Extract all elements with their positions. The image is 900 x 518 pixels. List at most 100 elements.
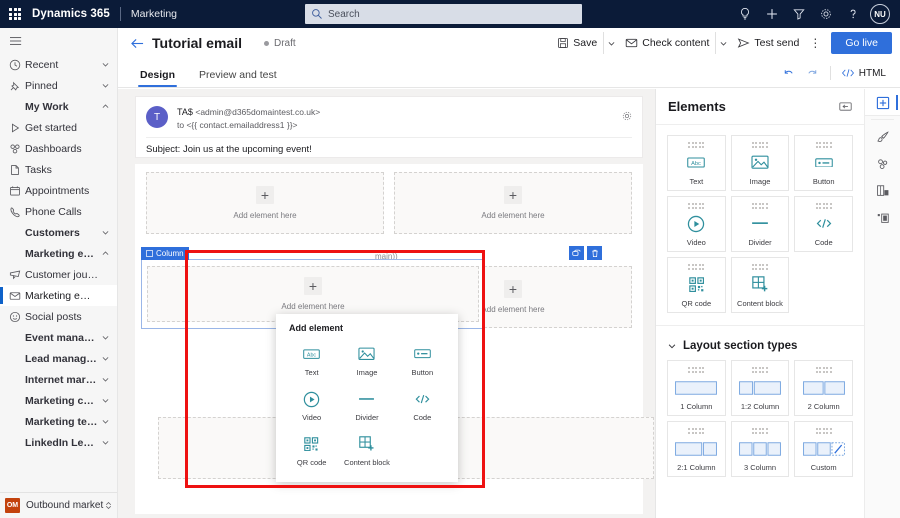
element-card-video[interactable]: Video	[667, 196, 726, 252]
sidebar-item-chevron[interactable]	[99, 354, 111, 363]
sidebar-item-get-started[interactable]: Get started	[0, 117, 117, 138]
search-input[interactable]: Search	[305, 4, 582, 24]
element-card-qr-code[interactable]: QR code	[667, 257, 726, 313]
app-switcher-button[interactable]: OM Outbound market...	[0, 492, 117, 518]
sidebar-item-dashboards[interactable]: Dashboards	[0, 138, 117, 159]
add-element-popup[interactable]: Add element Abc Text Image Button Video Divid…	[276, 314, 458, 482]
duplicate-section-button[interactable]	[569, 246, 584, 260]
sidebar-item-appointments[interactable]: Appointments	[0, 180, 117, 201]
drag-grip-icon[interactable]	[815, 428, 832, 434]
app-launcher-button[interactable]	[0, 8, 30, 20]
popup-element-code[interactable]: Code	[395, 386, 450, 425]
popup-element-qr-code[interactable]: QR code	[284, 431, 339, 470]
drag-grip-icon[interactable]	[688, 264, 705, 270]
sidebar-item-chevron[interactable]	[99, 375, 111, 384]
elements-rail-button[interactable]	[865, 89, 900, 116]
drag-grip-icon[interactable]	[688, 203, 705, 209]
drag-grip-icon[interactable]	[751, 203, 768, 209]
delete-section-button[interactable]	[587, 246, 602, 260]
personalization-rail-button[interactable]	[865, 150, 900, 177]
tab-preview-and-test[interactable]: Preview and test	[197, 69, 279, 87]
filter-button[interactable]	[785, 0, 812, 28]
sidebar-item-chevron[interactable]	[99, 438, 111, 447]
drag-grip-icon[interactable]	[815, 203, 832, 209]
drag-grip-icon[interactable]	[688, 367, 705, 373]
layout-card-custom[interactable]: Custom	[794, 421, 853, 477]
tab-design[interactable]: Design	[138, 69, 178, 87]
sidebar-item-chevron[interactable]	[99, 249, 111, 258]
popup-element-divider[interactable]: Divider	[339, 386, 394, 425]
sidebar-item-event-management[interactable]: Event management	[0, 327, 117, 348]
html-view-button[interactable]: HTML	[837, 63, 890, 83]
element-card-image[interactable]: Image	[730, 135, 790, 191]
sidebar-item-customers[interactable]: Customers	[0, 222, 117, 243]
layout-card-2-column[interactable]: 2 Column	[794, 360, 853, 416]
help-button[interactable]	[839, 0, 866, 28]
new-record-button[interactable]	[758, 0, 785, 28]
lightbulb-button[interactable]	[731, 0, 758, 28]
layout-rail-button[interactable]	[865, 177, 900, 204]
element-card-text[interactable]: Abc Text	[667, 135, 726, 191]
sidebar-item-my-work[interactable]: My Work	[0, 96, 117, 117]
drag-grip-icon[interactable]	[751, 367, 768, 373]
save-options-button[interactable]	[603, 32, 619, 54]
settings-button[interactable]	[812, 0, 839, 28]
email-subject[interactable]: Subject: Join us at the upcoming event!	[136, 138, 642, 155]
sidebar-item-internet-marketing[interactable]: Internet marketing	[0, 369, 117, 390]
sidebar-item-lead-management[interactable]: Lead management	[0, 348, 117, 369]
sidebar-item-marketing-content[interactable]: Marketing content	[0, 390, 117, 411]
popup-element-image[interactable]: Image	[339, 341, 394, 380]
more-commands-button[interactable]: ⋮	[805, 32, 825, 54]
layout-card-1-2-column[interactable]: 1:2 Column	[730, 360, 790, 416]
sidebar-item-pinned[interactable]: Pinned	[0, 75, 117, 96]
selected-section-tag[interactable]: Column	[141, 247, 189, 260]
sidebar-item-chevron[interactable]	[99, 81, 111, 90]
test-send-button[interactable]: Test send	[731, 32, 805, 54]
sidebar-item-marketing-emails[interactable]: Marketing emails	[0, 285, 117, 306]
save-button[interactable]: Save	[551, 32, 603, 54]
back-button[interactable]	[124, 28, 150, 58]
collapse-panel-button[interactable]	[839, 101, 852, 112]
drop-zone[interactable]: + Add element here	[394, 172, 632, 234]
email-settings-button[interactable]	[621, 109, 633, 127]
sidebar-item-social-posts[interactable]: Social posts	[0, 306, 117, 327]
redo-button[interactable]	[802, 63, 824, 83]
element-card-code[interactable]: Code	[794, 196, 853, 252]
drag-grip-icon[interactable]	[815, 367, 832, 373]
layout-section-header[interactable]: Layout section types	[656, 325, 864, 358]
sidebar-item-marketing-templates[interactable]: Marketing templates	[0, 411, 117, 432]
preview-rail-button[interactable]	[865, 204, 900, 231]
undo-button[interactable]	[778, 63, 800, 83]
drop-zone[interactable]: + Add element here	[146, 172, 384, 234]
drag-grip-icon[interactable]	[751, 264, 768, 270]
popup-element-content-block[interactable]: Content block	[339, 431, 394, 470]
sidebar-item-chevron[interactable]	[99, 417, 111, 426]
sidebar-item-customer-journeys[interactable]: Customer journeys	[0, 264, 117, 285]
go-live-button[interactable]: Go live	[831, 32, 892, 54]
sidebar-item-chevron[interactable]	[99, 60, 111, 69]
drag-grip-icon[interactable]	[751, 428, 768, 434]
check-content-button[interactable]: Check content	[619, 32, 715, 54]
drag-grip-icon[interactable]	[815, 142, 832, 148]
sidebar-item-linkedin-lead-gen[interactable]: LinkedIn Lead Gen	[0, 432, 117, 453]
popup-element-button[interactable]: Button	[395, 341, 450, 380]
popup-element-video[interactable]: Video	[284, 386, 339, 425]
element-card-button[interactable]: Button	[794, 135, 853, 191]
element-card-content-block[interactable]: Content block	[730, 257, 790, 313]
layout-card-3-column[interactable]: 3 Column	[730, 421, 790, 477]
sidebar-item-tasks[interactable]: Tasks	[0, 159, 117, 180]
sidebar-item-chevron[interactable]	[99, 228, 111, 237]
drag-grip-icon[interactable]	[751, 142, 768, 148]
sidebar-item-chevron[interactable]	[99, 333, 111, 342]
sidebar-item-phone-calls[interactable]: Phone Calls	[0, 201, 117, 222]
styles-rail-button[interactable]	[865, 123, 900, 150]
element-card-divider[interactable]: Divider	[730, 196, 790, 252]
sidebar-collapse-button[interactable]	[0, 28, 117, 54]
drag-grip-icon[interactable]	[688, 428, 705, 434]
check-content-options-button[interactable]	[715, 32, 731, 54]
sidebar-item-recent[interactable]: Recent	[0, 54, 117, 75]
layout-card-1-column[interactable]: 1 Column	[667, 360, 726, 416]
user-avatar[interactable]: NU	[870, 4, 890, 24]
drag-grip-icon[interactable]	[688, 142, 705, 148]
layout-card-2-1-column[interactable]: 2:1 Column	[667, 421, 726, 477]
